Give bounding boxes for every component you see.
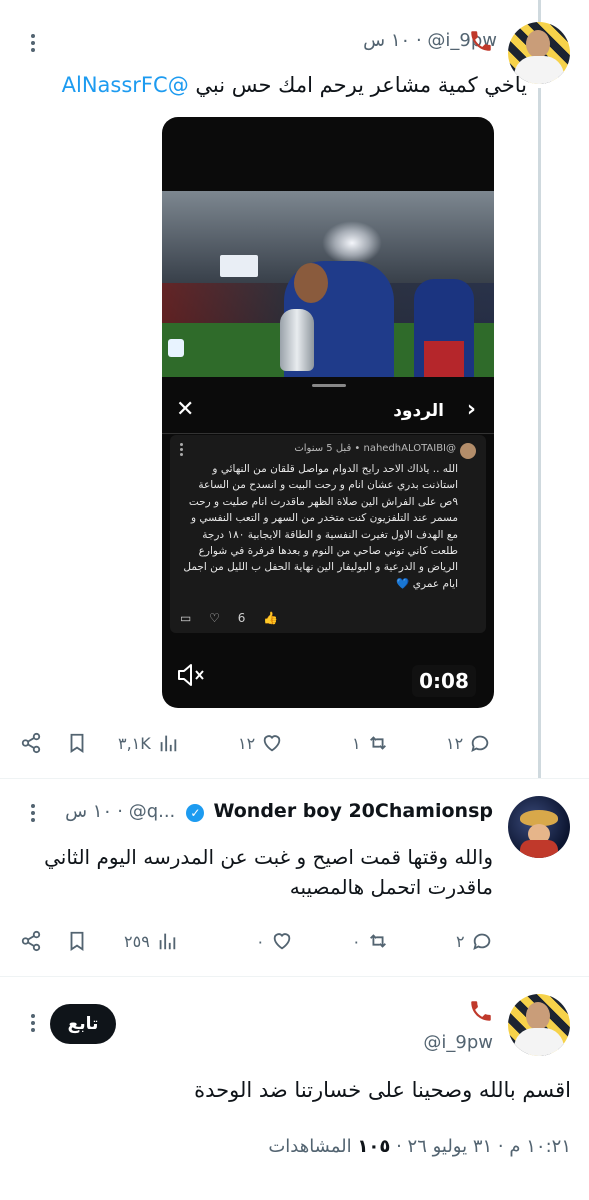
tweet-date: ٣١ يوليو ٢٦ xyxy=(407,1136,493,1157)
reply-card: @nahedhALOTAIBI • قبل 5 سنوات الله .. يا… xyxy=(170,435,486,633)
reply-actions: ▭ ♡ 6 👍 xyxy=(180,611,292,625)
more-options-icon[interactable] xyxy=(30,34,36,55)
phone-icon xyxy=(471,1001,491,1021)
comment-icon: ▭ xyxy=(180,611,192,625)
phone-icon xyxy=(471,31,491,51)
reply-icon xyxy=(471,735,489,753)
retweet-icon xyxy=(369,736,386,750)
tweet-time: ١٠ س xyxy=(363,30,411,51)
replies-count: ١٢ xyxy=(446,733,464,753)
views-count: ١٠٥ xyxy=(357,1136,391,1157)
views-button[interactable]: ٢٥٩ xyxy=(124,926,178,956)
likes-count: ٠ xyxy=(256,931,265,951)
tweet-text: ياخي كمية مشاعر يرحم امك حس نبي @AlNassr… xyxy=(62,70,527,100)
views-label: المشاهدات xyxy=(268,1136,352,1157)
bookmark-button[interactable] xyxy=(66,926,88,956)
mention-link[interactable]: @AlNassrFC xyxy=(62,73,189,97)
tweet-actions: ٢٥٩ ٠ ٠ ٢ xyxy=(20,926,496,956)
more-options-icon[interactable] xyxy=(30,1014,36,1035)
bookmark-button[interactable] xyxy=(66,728,88,758)
views-icon xyxy=(160,735,177,752)
heart-icon xyxy=(273,933,290,950)
tweet-handle[interactable]: @q... xyxy=(129,801,176,822)
tweet-actions: ٣,١K ١٢ ١ ١٢ xyxy=(20,728,496,758)
share-icon xyxy=(21,930,41,952)
reply-likes: 6 xyxy=(237,611,246,625)
heart-icon xyxy=(263,735,281,752)
tweet-time: ١٠:٢١ م xyxy=(509,1136,571,1157)
video-duration: 0:08 xyxy=(412,665,476,697)
reply-avatar xyxy=(460,443,476,459)
sheet-handle xyxy=(312,384,346,387)
thread-line-top xyxy=(538,0,541,22)
reply-time: قبل 5 سنوات xyxy=(294,443,352,454)
bookmark-icon xyxy=(70,733,84,753)
reply-meta: @nahedhALOTAIBI • قبل 5 سنوات xyxy=(294,443,456,454)
video-player[interactable]: ✕ الردود › @nahedhALOTAIBI • قبل 5 سنوات… xyxy=(162,117,494,708)
reply-icon xyxy=(472,933,490,951)
tweet-handle[interactable]: @i_9pw xyxy=(423,1032,493,1053)
retweets-count: ٠ xyxy=(352,931,361,951)
display-name[interactable]: Wonder boy 20Chamionsp xyxy=(213,800,493,822)
chevron-right-icon[interactable]: › xyxy=(467,397,476,422)
divider xyxy=(0,778,589,779)
retweets-count: ١ xyxy=(352,733,361,753)
retweet-button[interactable]: ١ xyxy=(352,728,389,758)
video-frame xyxy=(162,191,494,377)
retweet-icon xyxy=(369,934,386,948)
tweet-text: اقسم بالله وصحينا على خسارتنا ضد الوحدة xyxy=(194,1078,571,1102)
avatar[interactable] xyxy=(508,994,570,1056)
views-button[interactable]: ٣,١K xyxy=(118,728,179,758)
reply-user: @nahedhALOTAIBI xyxy=(363,443,457,454)
views-count: ٣,١K xyxy=(118,733,151,753)
avatar[interactable] xyxy=(508,796,570,858)
follow-button[interactable]: تابع xyxy=(50,1004,116,1044)
replies-count: ٢ xyxy=(456,931,465,951)
verified-icon: ✓ xyxy=(186,803,205,822)
like-button[interactable]: ١٢ xyxy=(238,728,283,758)
like-icon: 👍 xyxy=(263,611,279,625)
share-button[interactable] xyxy=(20,926,42,956)
reply-button[interactable]: ٢ xyxy=(456,926,493,956)
retweet-button[interactable]: ٠ xyxy=(352,926,389,956)
divider xyxy=(0,976,589,977)
tweet-footer: ١٠:٢١ م · ٣١ يوليو ٢٦ · ١٠٥ المشاهدات xyxy=(268,1136,571,1157)
reply-text: الله .. ياذاك الاحد رايح الدوام مواصل قل… xyxy=(183,463,458,590)
reply-button[interactable]: ١٢ xyxy=(446,728,491,758)
like-button[interactable]: ٠ xyxy=(256,926,293,956)
share-button[interactable] xyxy=(20,728,42,758)
bookmark-icon xyxy=(70,931,84,951)
tweet-text-body: ياخي كمية مشاعر يرحم امك حس نبي xyxy=(195,73,527,97)
tweet-time: ١٠ س xyxy=(65,801,113,822)
divider xyxy=(162,433,494,434)
tweet-text: والله وقتها قمت اصيح و غبت عن المدرسه ال… xyxy=(44,842,493,902)
thread-line-1 xyxy=(538,88,541,778)
more-options-icon[interactable] xyxy=(30,804,36,825)
share-icon xyxy=(21,732,41,754)
tweet-text-line: والله وقتها قمت اصيح و غبت عن المدرسه ال… xyxy=(44,845,493,869)
close-icon[interactable]: ✕ xyxy=(176,397,194,422)
views-icon xyxy=(159,933,176,950)
dislike-icon: ♡ xyxy=(209,611,220,625)
tweet-header: ١٠ س · @q... ✓ Wonder boy 20Chamionsp xyxy=(65,800,493,822)
replies-header: ✕ الردود › xyxy=(162,393,494,433)
tweet-text-line: ماقدرت اتحمل هالمصيبه xyxy=(289,875,493,899)
views-count: ٢٥٩ xyxy=(124,931,150,951)
reply-menu-icon xyxy=(180,443,184,458)
replies-title: الردود xyxy=(393,401,444,421)
mute-icon[interactable] xyxy=(176,661,206,689)
likes-count: ١٢ xyxy=(238,733,256,753)
